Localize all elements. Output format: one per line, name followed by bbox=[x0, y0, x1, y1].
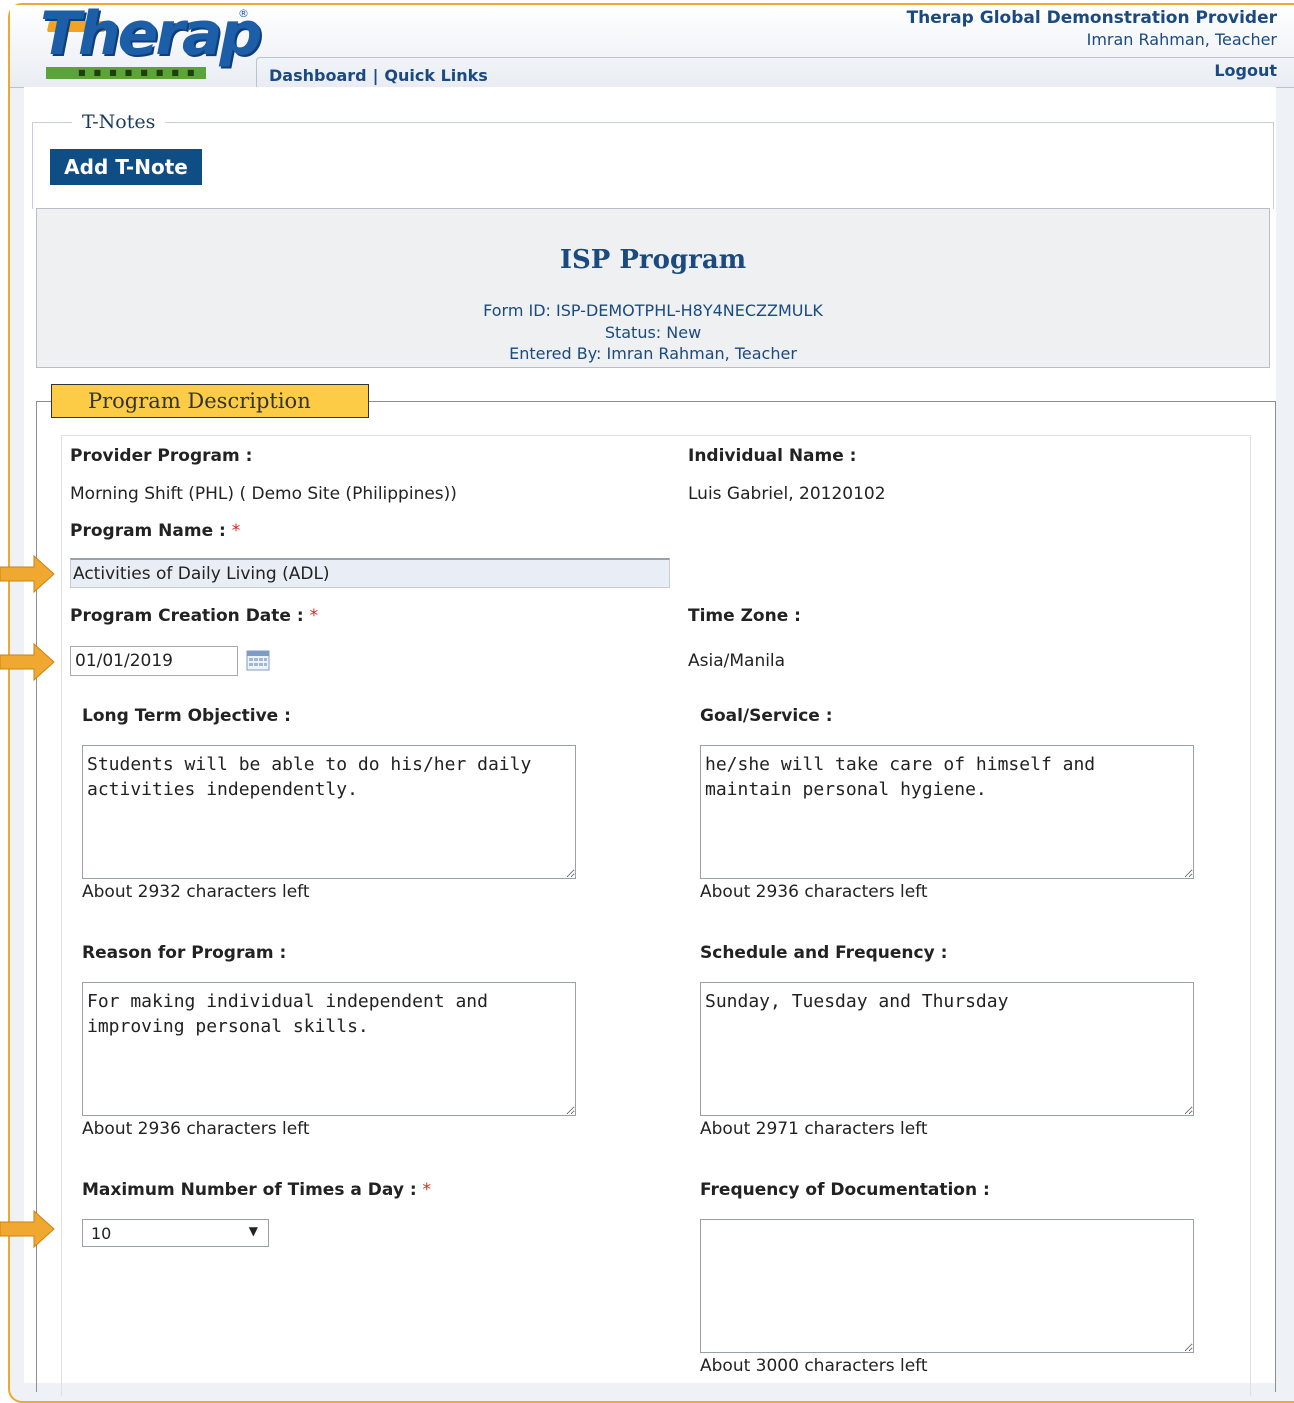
user-name: Imran Rahman, Teacher bbox=[1086, 30, 1277, 49]
program-name-input[interactable] bbox=[70, 558, 670, 588]
annotation-arrow-icon bbox=[0, 1209, 55, 1249]
frequency-doc-textarea[interactable] bbox=[700, 1219, 1194, 1353]
calendar-icon[interactable] bbox=[246, 649, 270, 671]
provider-program-label: Provider Program : bbox=[70, 446, 253, 466]
schedule-label: Schedule and Frequency : bbox=[700, 943, 948, 963]
required-marker: * bbox=[231, 521, 241, 541]
nav-dashboard-link[interactable]: Dashboard bbox=[269, 66, 367, 85]
form-status: Status: New bbox=[604, 323, 702, 342]
required-marker: * bbox=[422, 1180, 432, 1200]
add-tnote-button[interactable]: Add T-Note bbox=[50, 149, 202, 185]
frequency-doc-label: Frequency of Documentation : bbox=[700, 1180, 990, 1200]
page-title: ISP Program bbox=[559, 245, 747, 275]
frequency-doc-char-count: About 3000 characters left bbox=[700, 1356, 928, 1376]
therap-logo[interactable]: ■■■■■■■■ Therap ® bbox=[38, 0, 262, 81]
tnotes-legend: T-Notes bbox=[72, 111, 166, 133]
time-zone-label: Time Zone : bbox=[688, 606, 801, 626]
long-term-objective-label: Long Term Objective : bbox=[82, 706, 291, 726]
goal-char-count: About 2936 characters left bbox=[700, 882, 928, 902]
individual-name-label: Individual Name : bbox=[688, 446, 857, 466]
provider-name: Therap Global Demonstration Provider bbox=[906, 8, 1277, 28]
program-name-label: Program Name : * bbox=[70, 521, 241, 541]
logout-link[interactable]: Logout bbox=[1214, 61, 1277, 80]
individual-name-value: Luis Gabriel, 20120102 bbox=[688, 484, 886, 504]
schedule-char-count: About 2971 characters left bbox=[700, 1119, 928, 1139]
isp-info-panel: ISP Program Form ID: ISP-DEMOTPHL-H8Y4NE… bbox=[36, 208, 1270, 368]
long-term-objective-textarea[interactable]: Students will be able to do his/her dail… bbox=[82, 745, 576, 879]
entered-by: Entered By: Imran Rahman, Teacher bbox=[509, 344, 797, 363]
annotation-arrow-icon bbox=[0, 642, 55, 682]
nav-quick-links-link[interactable]: Quick Links bbox=[384, 66, 487, 85]
creation-date-input[interactable] bbox=[70, 646, 238, 676]
max-times-label: Maximum Number of Times a Day : * bbox=[82, 1180, 432, 1200]
nav-separator: | bbox=[372, 66, 379, 85]
required-marker: * bbox=[309, 606, 319, 626]
goal-service-textarea[interactable]: he/she will take care of himself and mai… bbox=[700, 745, 1194, 879]
program-description-legend: Program Description bbox=[51, 384, 369, 418]
top-nav: Dashboard | Quick Links bbox=[269, 66, 488, 85]
max-times-select[interactable]: 10 ▼ bbox=[82, 1219, 269, 1247]
goal-service-label: Goal/Service : bbox=[700, 706, 833, 726]
reason-textarea[interactable]: For making individual independent and im… bbox=[82, 982, 576, 1116]
long-term-char-count: About 2932 characters left bbox=[82, 882, 310, 902]
form-id: Form ID: ISP-DEMOTPHL-H8Y4NECZZMULK bbox=[483, 301, 823, 320]
time-zone-value: Asia/Manila bbox=[688, 651, 786, 671]
creation-date-label: Program Creation Date : * bbox=[70, 606, 319, 626]
reason-label: Reason for Program : bbox=[82, 943, 287, 963]
tnotes-panel bbox=[32, 122, 1274, 209]
schedule-textarea[interactable]: Sunday, Tuesday and Thursday bbox=[700, 982, 1194, 1116]
annotation-arrow-icon bbox=[0, 554, 55, 594]
dropdown-arrow-icon: ▼ bbox=[248, 1224, 258, 1238]
provider-program-value: Morning Shift (PHL) ( Demo Site (Philipp… bbox=[70, 484, 457, 504]
reason-char-count: About 2936 characters left bbox=[82, 1119, 310, 1139]
